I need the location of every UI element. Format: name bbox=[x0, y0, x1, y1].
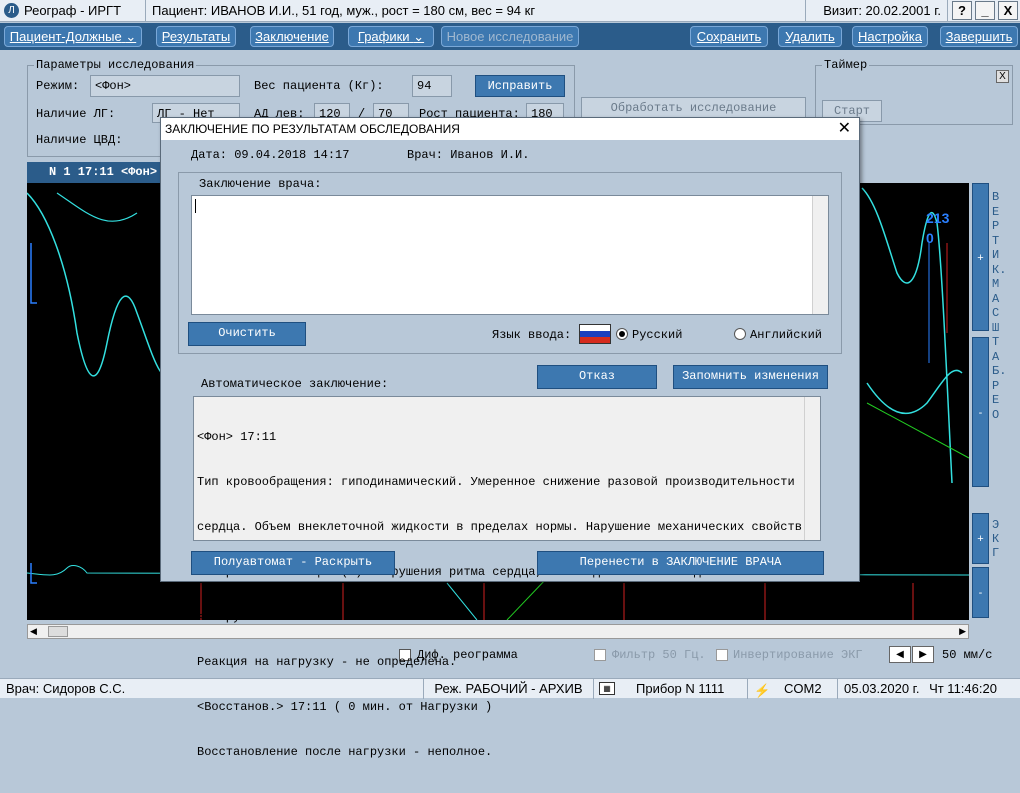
patient-menu-button[interactable]: Пациент-Должные ⌄ bbox=[4, 26, 142, 47]
patient-info: Пациент: ИВАНОВ И.И., 51 год, муж., рост… bbox=[146, 0, 806, 22]
timer-title: Таймер bbox=[822, 58, 870, 72]
status-time: Чт 11:46:20 bbox=[929, 681, 997, 696]
auto-line: Тип кровообращения: гиподинамический. Ум… bbox=[197, 475, 795, 489]
auto-conclusion-textarea[interactable]: <Фон> 17:11 Тип кровообращения: гиподина… bbox=[193, 396, 821, 759]
dialog-date: Дата: 09.04.2018 14:17 bbox=[191, 148, 350, 162]
input-lang-label: Язык ввода: bbox=[492, 328, 572, 342]
transfer-to-doctor-button[interactable]: Перенести в ЗАКЛЮЧЕНИЕ ВРАЧА bbox=[537, 551, 824, 575]
mode-label: Режим: bbox=[36, 79, 80, 93]
scroll-thumb[interactable] bbox=[48, 626, 68, 637]
status-datetime: 05.03.2020 г. Чт 11:46:20 bbox=[838, 679, 1020, 699]
doctor-conclusion-label: Заключение врача: bbox=[199, 177, 322, 191]
help-button[interactable]: ? bbox=[952, 1, 972, 20]
doctor-conclusion-scrollbar[interactable] bbox=[812, 196, 828, 314]
results-button[interactable]: Результаты bbox=[156, 26, 236, 47]
status-date: 05.03.2020 г. bbox=[844, 681, 920, 696]
auto-conclusion-scrollbar[interactable] bbox=[804, 397, 820, 540]
mode-field[interactable]: <Фон> bbox=[90, 75, 240, 97]
save-changes-button[interactable]: Запомнить изменения bbox=[673, 365, 828, 389]
reo-scale-minus-button[interactable]: - bbox=[972, 337, 989, 487]
fix-button[interactable]: Исправить bbox=[475, 75, 565, 97]
auto-line: Реакция на нагрузку - не определена. bbox=[197, 655, 457, 669]
auto-line: <Фон> 17:11 bbox=[197, 430, 277, 444]
weight-label: Вес пациента (Кг): bbox=[254, 79, 384, 93]
ekg-scale-plus-button[interactable]: + bbox=[972, 513, 989, 564]
graphs-menu-button[interactable]: Графики ⌄ bbox=[348, 26, 434, 47]
dialog-doctor: Врач: Иванов И.И. bbox=[407, 148, 530, 162]
app-title: Реограф - ИРГТ bbox=[24, 3, 122, 18]
conclusion-button[interactable]: Заключение bbox=[250, 26, 334, 47]
auto-conclusion-label: Автоматическое заключение: bbox=[201, 377, 389, 391]
scale-top-value: 213 bbox=[926, 210, 950, 226]
dialog-title-bar: ЗАКЛЮЧЕНИЕ ПО РЕЗУЛЬТАТАМ ОБСЛЕДОВАНИЯ ✕ bbox=[161, 118, 859, 140]
rheo-trace-2 bbox=[56, 192, 138, 222]
green-trace bbox=[866, 402, 970, 459]
scale-bottom-value: 0 bbox=[926, 230, 934, 246]
rheo-trace-right bbox=[861, 187, 963, 484]
chevron-down-icon: ⌄ bbox=[125, 29, 137, 44]
minimize-button[interactable]: _ bbox=[975, 1, 995, 20]
scroll-left-icon[interactable]: ◀ bbox=[30, 626, 37, 637]
auto-line: Восстановление после нагрузки - неполное… bbox=[197, 745, 493, 759]
app-title-cell: Л Реограф - ИРГТ bbox=[0, 0, 146, 22]
english-radio[interactable] bbox=[734, 328, 746, 340]
settings-button[interactable]: Настройка bbox=[852, 26, 928, 47]
russian-flag-icon bbox=[579, 324, 611, 344]
close-button[interactable]: X bbox=[998, 1, 1018, 20]
dialog-close-icon[interactable]: ✕ bbox=[838, 118, 851, 140]
lg-label: Наличие ЛГ: bbox=[36, 107, 116, 121]
speed-increase-icon[interactable]: ▶ bbox=[912, 646, 934, 663]
weight-field[interactable]: 94 bbox=[412, 75, 452, 97]
ekg-scale-minus-button[interactable]: - bbox=[972, 567, 989, 618]
chevron-down-icon: ⌄ bbox=[413, 29, 425, 44]
russian-label: Русский bbox=[632, 328, 683, 342]
visit-date: Визит: 20.02.2001 г. bbox=[806, 0, 948, 22]
ekg-blue-trace bbox=[30, 243, 37, 584]
timer-close-icon[interactable]: X bbox=[996, 70, 1009, 83]
title-bar: Л Реограф - ИРГТ Пациент: ИВАНОВ И.И., 5… bbox=[0, 0, 1020, 22]
text-cursor bbox=[195, 199, 196, 213]
auto-line: <Нагрузка> 17:11 bbox=[197, 610, 313, 624]
reo-scale-plus-button[interactable]: + bbox=[972, 183, 989, 331]
russian-radio[interactable] bbox=[616, 328, 628, 340]
save-button[interactable]: Сохранить bbox=[690, 26, 768, 47]
semiauto-expand-button[interactable]: Полуавтомат - Раскрыть bbox=[191, 551, 395, 575]
timer-group: Таймер X Старт bbox=[815, 58, 1013, 125]
graphs-menu-label: Графики bbox=[357, 29, 410, 44]
speed-value: 50 мм/с bbox=[942, 648, 993, 662]
study-parameters-title: Параметры исследования bbox=[34, 58, 197, 72]
conclusion-dialog: ЗАКЛЮЧЕНИЕ ПО РЕЗУЛЬТАТАМ ОБСЛЕДОВАНИЯ ✕… bbox=[160, 117, 860, 759]
speed-decrease-icon[interactable]: ◀ bbox=[889, 646, 911, 663]
new-study-button[interactable]: Новое исследование bbox=[441, 26, 579, 47]
dialog-title: ЗАКЛЮЧЕНИЕ ПО РЕЗУЛЬТАТАМ ОБСЛЕДОВАНИЯ bbox=[165, 122, 460, 136]
delete-button[interactable]: Удалить bbox=[778, 26, 842, 47]
finish-button[interactable]: Завершить bbox=[940, 26, 1018, 47]
app-logo-icon: Л bbox=[4, 3, 19, 18]
english-label: Английский bbox=[750, 328, 823, 342]
clear-button[interactable]: Очистить bbox=[188, 322, 306, 346]
auto-line: сердца. Объем внеклеточной жидкости в пр… bbox=[197, 520, 802, 534]
auto-line: <Восстанов.> 17:11 ( 0 мин. от Нагрузки … bbox=[197, 700, 493, 714]
menu-bar: Пациент-Должные ⌄ Результаты Заключение … bbox=[0, 23, 1020, 50]
cvd-label: Наличие ЦВД: bbox=[36, 133, 123, 147]
scroll-right-icon[interactable]: ▶ bbox=[959, 626, 966, 637]
study-tab[interactable]: N 1 17:11 <Фон> bbox=[27, 162, 162, 183]
doctor-conclusion-group: Заключение врача: Очистить Язык ввода: Р… bbox=[178, 172, 842, 354]
patient-menu-label: Пациент-Должные bbox=[9, 29, 122, 44]
auto-conclusion-text: <Фон> 17:11 Тип кровообращения: гиподина… bbox=[194, 397, 820, 793]
vertical-scale-label: ВЕРТИК.МАСШТАБ.РЕО bbox=[992, 190, 1007, 422]
cancel-button[interactable]: Отказ bbox=[537, 365, 657, 389]
doctor-conclusion-textarea[interactable] bbox=[191, 195, 829, 315]
ekg-scale-label: ЭКГ bbox=[992, 518, 1000, 560]
